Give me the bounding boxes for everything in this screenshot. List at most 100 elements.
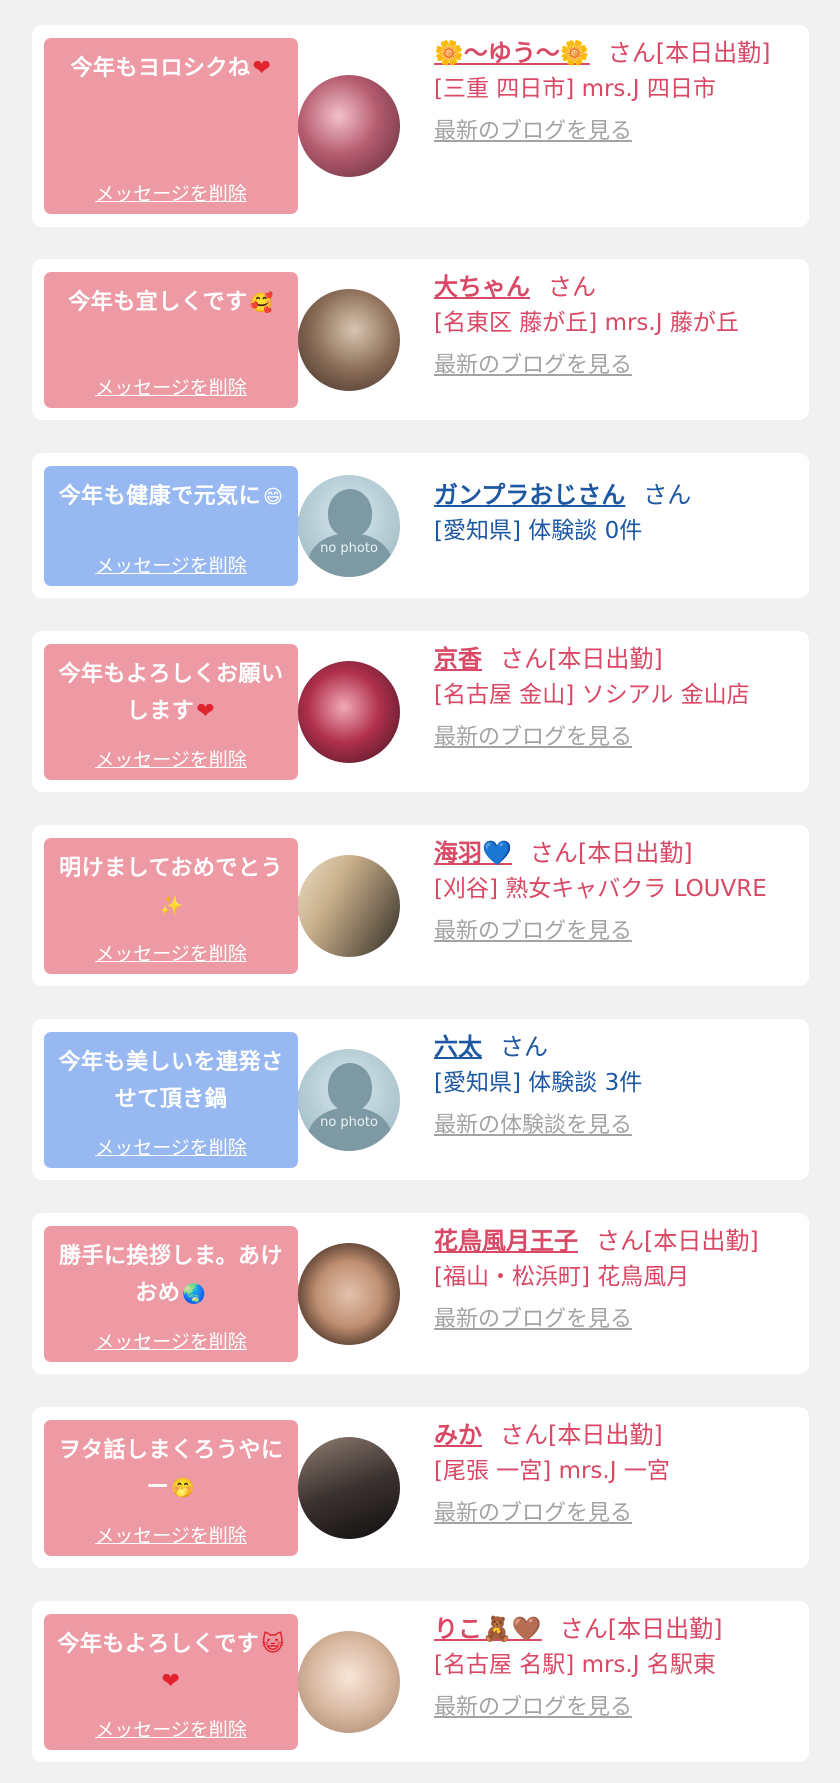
profile-name-link[interactable]: 🌼〜ゆう〜🌼	[434, 39, 590, 67]
name-line: ガンプラおじさん さん	[434, 477, 799, 513]
honorific-status: さん[本日出勤]	[529, 839, 693, 867]
message-text: 今年もよろしくお願いします❤	[54, 656, 288, 730]
message-emoji: ❤	[252, 56, 272, 81]
shop-info: [尾張 一宮] mrs.J 一宮	[434, 1458, 670, 1484]
message-bubble: 明けましておめでとう ✨ メッセージを削除	[44, 838, 308, 974]
latest-post-link[interactable]: 最新のブログを見る	[434, 719, 632, 751]
latest-post-link[interactable]: 最新のブログを見る	[434, 1301, 632, 1333]
delete-message-link[interactable]: メッセージを削除	[44, 1133, 298, 1160]
latest-post-link[interactable]: 最新のブログを見る	[434, 1689, 632, 1721]
message-card: ヲタ話しまくろうやにー 🤭 メッセージを削除 みか さん[本日出勤] [尾張 一宮] mr…	[32, 1407, 809, 1568]
profile-info: 花鳥風月王子 さん[本日出勤] [福山・松浜町] 花鳥風月 最新のブログを見る	[434, 1223, 799, 1333]
profile-name: りこ	[434, 1615, 482, 1643]
name-suffix-emoji: 💙	[482, 839, 512, 867]
message-body: 今年も美しいを連発させて頂き鍋	[58, 1050, 284, 1112]
message-text: ヲタ話しまくろうやにー 🤭	[54, 1432, 288, 1507]
name-line: 🌼〜ゆう〜🌼 さん[本日出勤]	[434, 35, 799, 71]
avatar-silhouette	[328, 1063, 372, 1111]
honorific-status: さん[本日出勤]	[500, 645, 663, 673]
latest-post-link[interactable]: 最新のブログを見る	[434, 1495, 632, 1527]
message-emoji: ✨	[159, 895, 185, 917]
message-bubble: ヲタ話しまくろうやにー 🤭 メッセージを削除	[44, 1420, 308, 1556]
message-emoji: ❤	[196, 699, 216, 724]
shop-info: [愛知県] 体験談 3件	[434, 1070, 643, 1096]
message-text: 今年もよろしくです😺❤	[54, 1626, 288, 1700]
profile-name: ガンプラおじさん	[434, 481, 626, 509]
avatar[interactable]	[298, 1631, 400, 1733]
delete-message-link[interactable]: メッセージを削除	[44, 1715, 298, 1742]
avatar[interactable]	[298, 661, 400, 763]
avatar[interactable]: no photo	[298, 475, 400, 577]
name-suffix-emoji: 🌼	[559, 39, 590, 67]
message-text: 今年も健康で元気に 😄	[54, 478, 288, 516]
no-photo-label: no photo	[320, 541, 378, 556]
profile-name-link[interactable]: 海羽💙	[434, 839, 512, 867]
profile-name: 海羽	[434, 839, 482, 867]
delete-message-link[interactable]: メッセージを削除	[44, 745, 298, 772]
message-bubble: 今年もよろしくお願いします❤ メッセージを削除	[44, 644, 308, 780]
delete-message-link[interactable]: メッセージを削除	[44, 939, 298, 966]
message-emoji: 🌏	[182, 1283, 207, 1305]
message-card: 明けましておめでとう ✨ メッセージを削除 海羽💙 さん[本日出勤] [刈谷] 熟女キャバ…	[32, 825, 809, 986]
message-bubble: 今年も宜しくです 🥰 メッセージを削除	[44, 272, 308, 408]
honorific-status: さん[本日出勤]	[559, 1615, 723, 1643]
profile-info: みか さん[本日出勤] [尾張 一宮] mrs.J 一宮最新のブログを見る	[434, 1417, 799, 1527]
profile-name-link[interactable]: りこ🧸🤎	[434, 1615, 542, 1643]
avatar[interactable]	[298, 289, 400, 391]
shop-info: [名古屋 金山] ソシアル 金山店	[434, 682, 750, 708]
message-card: 勝手に挨拶しま。あけおめ 🌏 メッセージを削除 花鳥風月王子 さん[本日出勤] [福山・松…	[32, 1213, 809, 1374]
shop-info: [名東区 藤が丘] mrs.J 藤が丘	[434, 310, 739, 336]
profile-name-link[interactable]: みか	[434, 1421, 482, 1449]
delete-message-link[interactable]: メッセージを削除	[44, 551, 298, 578]
message-text: 今年も美しいを連発させて頂き鍋	[54, 1044, 288, 1118]
profile-name: 〜ゆう〜	[463, 39, 560, 67]
message-card: 今年もよろしくお願いします❤ メッセージを削除 京香 さん[本日出勤] [名古屋 金山]…	[32, 631, 809, 792]
no-photo-label: no photo	[320, 1115, 378, 1130]
profile-name-link[interactable]: 六太	[434, 1033, 482, 1061]
avatar-silhouette	[328, 489, 372, 537]
name-prefix-emoji: 🌼	[434, 39, 464, 67]
honorific-status: さん	[548, 273, 596, 301]
profile-name-link[interactable]: 花鳥風月王子	[434, 1227, 578, 1255]
delete-message-link[interactable]: メッセージを削除	[44, 179, 298, 206]
avatar[interactable]	[298, 855, 400, 957]
message-emoji: 🥰	[249, 292, 274, 314]
shop-info: [福山・松浜町] 花鳥風月	[434, 1264, 690, 1290]
message-emoji: 😄	[263, 486, 284, 508]
message-body: 今年もよろしくお願いします	[58, 662, 284, 724]
delete-message-link[interactable]: メッセージを削除	[44, 1521, 298, 1548]
profile-info: ガンプラおじさん さん [愛知県] 体験談 0件	[434, 477, 799, 549]
message-bubble: 今年も健康で元気に 😄 メッセージを削除	[44, 466, 308, 586]
latest-post-link[interactable]: 最新のブログを見る	[434, 913, 632, 945]
message-emoji: 🤭	[171, 1477, 196, 1499]
avatar[interactable]	[298, 75, 400, 177]
delete-message-link[interactable]: メッセージを削除	[44, 1327, 298, 1354]
profile-info: 海羽💙 さん[本日出勤] [刈谷] 熟女キャバクラ LOUVRE 最新のブログを見る	[434, 835, 799, 945]
shop-info: [名古屋 名駅] mrs.J 名駅東	[434, 1652, 716, 1678]
avatar[interactable]: no photo	[298, 1049, 400, 1151]
name-line: みか さん[本日出勤]	[434, 1417, 799, 1453]
message-bubble: 今年もよろしくです😺❤ メッセージを削除	[44, 1614, 308, 1750]
message-card: 今年もよろしくです😺❤ メッセージを削除 りこ🧸🤎 さん[本日出勤] [名古屋 名駅] …	[32, 1601, 809, 1762]
profile-name-link[interactable]: 大ちゃん	[434, 273, 530, 301]
message-card: 今年も宜しくです 🥰 メッセージを削除 大ちゃん さん [名東区 藤が丘] mrs.J 藤…	[32, 259, 809, 420]
profile-info: 🌼〜ゆう〜🌼 さん[本日出勤] [三重 四日市] mrs.J 四日市 最新のブログを見…	[434, 35, 799, 145]
latest-post-link[interactable]: 最新のブログを見る	[434, 113, 632, 145]
message-body: 今年も宜しくです	[68, 290, 248, 315]
profile-name: 花鳥風月王子	[434, 1227, 578, 1255]
profile-name-link[interactable]: ガンプラおじさん	[434, 481, 625, 509]
profile-name-link[interactable]: 京香	[434, 645, 482, 673]
latest-post-link[interactable]: 最新のブログを見る	[434, 347, 632, 379]
message-bubble: 今年もヨロシクね❤ メッセージを削除	[44, 38, 308, 214]
latest-post-link[interactable]: 最新の体験談を見る	[434, 1107, 632, 1139]
profile-name: 京香	[434, 645, 482, 673]
avatar[interactable]	[298, 1243, 400, 1345]
message-card: 今年も健康で元気に 😄 メッセージを削除 no photo ガンプラおじさん さん [愛知県…	[32, 453, 809, 598]
avatar[interactable]	[298, 1437, 400, 1539]
message-body: 今年もよろしくです	[57, 1632, 260, 1657]
message-body: 今年もヨロシクね	[70, 56, 251, 81]
message-text: 勝手に挨拶しま。あけおめ 🌏	[54, 1238, 288, 1313]
delete-message-link[interactable]: メッセージを削除	[44, 373, 298, 400]
honorific-status: さん[本日出勤]	[607, 39, 771, 67]
name-line: 大ちゃん さん	[434, 269, 799, 305]
